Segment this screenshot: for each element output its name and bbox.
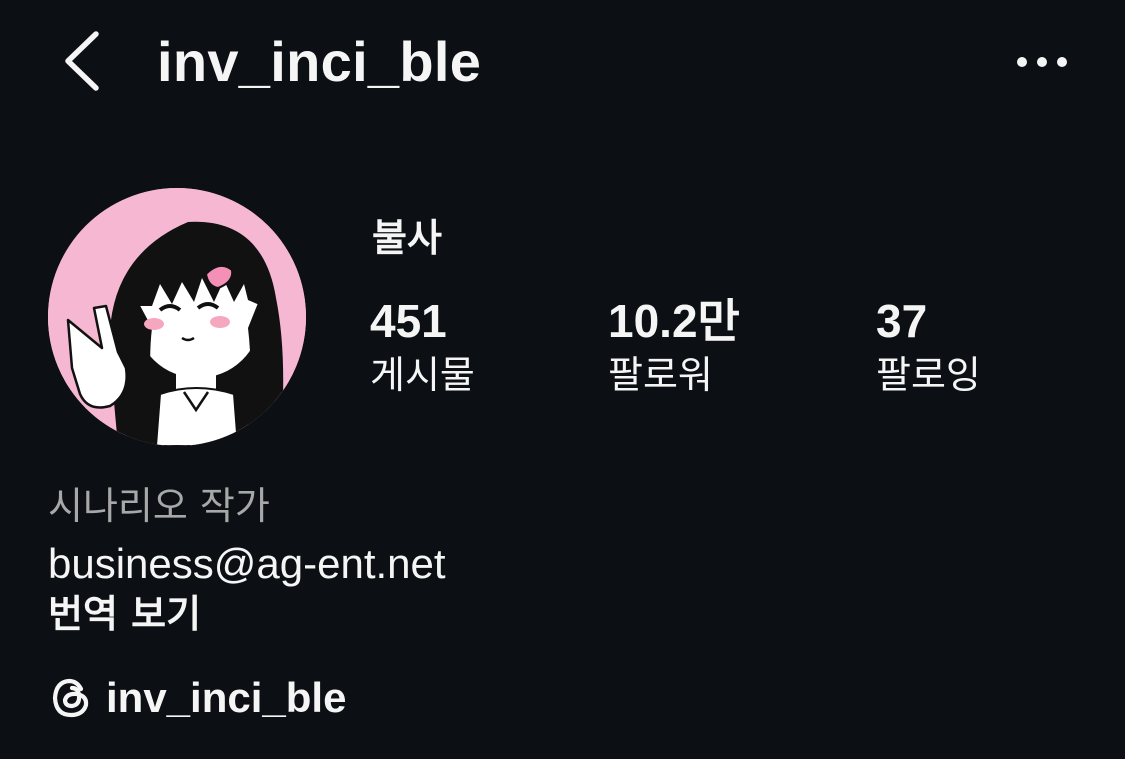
threads-handle: inv_inci_ble — [106, 674, 347, 721]
threads-icon — [52, 678, 89, 718]
bio-category: 시나리오 작가 — [48, 484, 270, 528]
bio-email: business@ag-ent.net — [48, 540, 446, 587]
posts-count-stat[interactable]: 451 게시물 — [370, 292, 475, 400]
back-button[interactable] — [58, 28, 108, 94]
more-options-button[interactable] — [1010, 44, 1074, 80]
following-count-value: 37 — [876, 295, 928, 347]
avatar-illustration — [48, 188, 306, 446]
more-horizontal-icon — [1017, 57, 1067, 67]
followers-count-value: 10.2만 — [608, 295, 740, 347]
profile-display-name: 불사 — [372, 216, 442, 260]
following-count-label: 팔로잉 — [876, 353, 981, 397]
profile-username-title: inv_inci_ble — [157, 30, 482, 93]
posts-count-value: 451 — [370, 295, 447, 347]
following-count-stat[interactable]: 37 팔로잉 — [876, 292, 981, 400]
profile-avatar[interactable] — [48, 188, 306, 446]
followers-count-label: 팔로워 — [608, 353, 713, 397]
chevron-left-icon — [65, 31, 99, 91]
threads-profile-link[interactable]: inv_inci_ble — [48, 668, 346, 728]
see-translation-button[interactable]: 번역 보기 — [48, 588, 201, 640]
followers-count-stat[interactable]: 10.2만 팔로워 — [608, 292, 740, 400]
posts-count-label: 게시물 — [370, 353, 475, 397]
profile-page: inv_inci_ble 불사 451 게시물 10.2만 팔로워 37 팔로잉… — [0, 0, 1125, 759]
